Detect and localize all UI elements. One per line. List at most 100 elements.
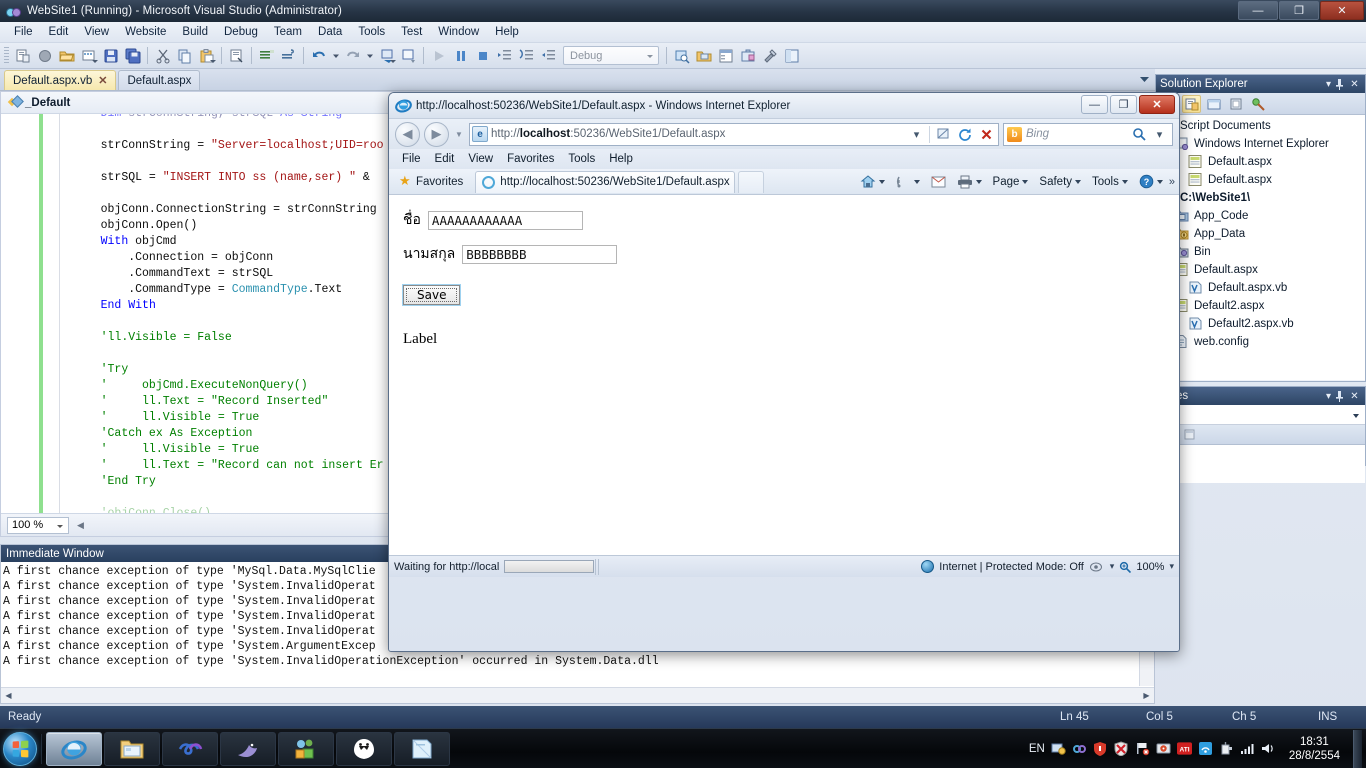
tray-disc-icon[interactable] [1156, 741, 1171, 756]
menu-data[interactable]: Data [310, 24, 350, 40]
properties-pin-icon[interactable] [1335, 391, 1348, 402]
help-menu[interactable]: ? [1134, 172, 1168, 191]
new-project-icon[interactable] [12, 45, 33, 66]
undo-icon[interactable] [308, 45, 329, 66]
tab-default-aspx[interactable]: Default.aspx [118, 70, 200, 90]
solution-tree-item[interactable]: App_Data [1156, 225, 1365, 243]
properties-dropdown-icon[interactable]: ▾ [1322, 391, 1335, 402]
search-input[interactable]: Bing [1026, 128, 1128, 140]
solution-tree-item[interactable]: Default2.aspx.vb [1156, 315, 1365, 333]
menu-debug[interactable]: Debug [216, 24, 266, 40]
menu-view[interactable]: View [76, 24, 117, 40]
forward-button[interactable]: ▶ [424, 122, 449, 147]
comment-block-icon[interactable] [256, 45, 277, 66]
solution-explorer-toggle-icon[interactable] [693, 45, 714, 66]
solution-tree-item[interactable]: Default.aspx [1156, 261, 1365, 279]
step-into-icon[interactable] [494, 45, 515, 66]
redo-icon[interactable] [342, 45, 363, 66]
solution-explorer-close-icon[interactable]: ✕ [1348, 79, 1361, 90]
step-over-icon[interactable] [516, 45, 537, 66]
uncomment-block-icon[interactable] [278, 45, 299, 66]
class-name-combo[interactable]: _Default [25, 97, 70, 109]
new-web-site-dropdown-caret[interactable] [92, 60, 98, 63]
toolbox-icon[interactable] [737, 45, 758, 66]
properties-object-combo[interactable] [1156, 405, 1365, 425]
taskbar-notepad-app[interactable] [394, 732, 450, 766]
language-indicator[interactable]: EN [1029, 743, 1045, 755]
menu-tools[interactable]: Tools [350, 24, 393, 40]
paste-icon[interactable] [196, 45, 217, 66]
solution-explorer-pin-icon[interactable] [1335, 79, 1348, 90]
navigate-backward-icon[interactable] [376, 45, 397, 66]
ie-menu-favorites[interactable]: Favorites [500, 152, 561, 166]
taskbar-internet-explorer[interactable] [46, 732, 102, 766]
ie-close-button[interactable]: ✕ [1139, 95, 1175, 114]
search-box[interactable]: b Bing ▾ [1003, 123, 1173, 146]
properties-icon[interactable] [1248, 95, 1267, 113]
vs-minimize-button[interactable]: — [1238, 1, 1278, 20]
feeds-icon[interactable] [891, 172, 925, 191]
menu-window[interactable]: Window [430, 24, 487, 40]
solution-explorer-tree[interactable]: Script DocumentsWindows Internet Explore… [1156, 115, 1365, 380]
compatibility-view-icon[interactable] [933, 125, 952, 144]
solution-configuration-combo[interactable]: Debug [563, 46, 659, 65]
tab-default-aspx-vb[interactable]: Default.aspx.vb ✕ [4, 70, 116, 90]
address-text[interactable]: http://localhost:50236/WebSite1/Default.… [491, 128, 904, 140]
view-code-icon[interactable] [1226, 95, 1245, 113]
solution-tree-item[interactable]: Default.aspx [1156, 171, 1365, 189]
surname-input[interactable] [462, 245, 617, 264]
ie-minimize-button[interactable]: — [1081, 95, 1108, 114]
navigate-forward-icon[interactable] [398, 45, 419, 66]
taskbar-visual-studio[interactable] [162, 732, 218, 766]
object-browser-icon[interactable] [781, 45, 802, 66]
copy-icon[interactable] [174, 45, 195, 66]
address-dropdown-icon[interactable]: ▾ [907, 125, 926, 144]
read-mail-icon[interactable] [926, 174, 951, 190]
tray-action-center-icon[interactable] [1051, 741, 1066, 756]
find-in-files-icon[interactable] [671, 45, 692, 66]
save-button[interactable]: Save [403, 285, 460, 305]
redo-dropdown-caret[interactable] [364, 45, 375, 66]
stop-debugging-icon[interactable] [472, 45, 493, 66]
stop-icon[interactable] [977, 125, 996, 144]
taskbar-foobar-player[interactable] [336, 732, 392, 766]
add-new-item-icon[interactable] [34, 45, 55, 66]
open-file-icon[interactable] [56, 45, 77, 66]
show-desktop-button[interactable] [1353, 730, 1362, 768]
solution-tree-item[interactable]: Default2.aspx [1156, 297, 1365, 315]
menu-website[interactable]: Website [117, 24, 174, 40]
tray-security-icon[interactable] [1093, 741, 1108, 756]
back-button[interactable]: ◀ [395, 122, 420, 147]
properties-close-icon[interactable]: ✕ [1348, 391, 1361, 402]
vs-close-button[interactable]: ✕ [1320, 1, 1364, 20]
favorites-button[interactable]: ★ Favorites [393, 173, 469, 190]
recent-pages-dropdown-icon[interactable]: ▼ [453, 130, 465, 139]
solution-tree-item[interactable]: web.config [1156, 333, 1365, 351]
start-button[interactable] [3, 732, 37, 766]
command-bar-overflow-icon[interactable]: » [1169, 176, 1175, 188]
solution-tree-item[interactable]: App_Code [1156, 207, 1365, 225]
help-dropdown-icon[interactable] [1157, 180, 1163, 184]
tray-flag-icon[interactable] [1135, 741, 1150, 756]
solution-tree-item[interactable]: Default.aspx [1156, 153, 1365, 171]
properties-grid[interactable] [1156, 445, 1365, 483]
solution-tree-item[interactable]: Windows Internet Explorer [1156, 135, 1365, 153]
tray-network-link-icon[interactable] [1072, 741, 1087, 756]
safety-menu[interactable]: Safety [1034, 174, 1086, 190]
ie-restore-button[interactable]: ❐ [1110, 95, 1137, 114]
cut-icon[interactable] [152, 45, 173, 66]
immediate-scroll-right-icon[interactable]: ▶ [1139, 689, 1154, 703]
print-icon[interactable] [952, 173, 987, 191]
find-icon[interactable] [226, 45, 247, 66]
solution-tree-item[interactable]: Default.aspx.vb [1156, 279, 1365, 297]
save-icon[interactable] [100, 45, 121, 66]
home-dropdown-icon[interactable] [879, 180, 885, 184]
feeds-dropdown-icon[interactable] [914, 180, 920, 184]
menu-file[interactable]: File [6, 24, 41, 40]
menu-team[interactable]: Team [266, 24, 310, 40]
solution-explorer-dropdown-icon[interactable]: ▾ [1322, 79, 1335, 90]
print-dropdown-icon[interactable] [976, 180, 982, 184]
new-tab-button[interactable] [738, 171, 764, 193]
tools-menu[interactable]: Tools [1087, 174, 1133, 190]
navigate-dropdown-caret[interactable] [390, 60, 396, 63]
